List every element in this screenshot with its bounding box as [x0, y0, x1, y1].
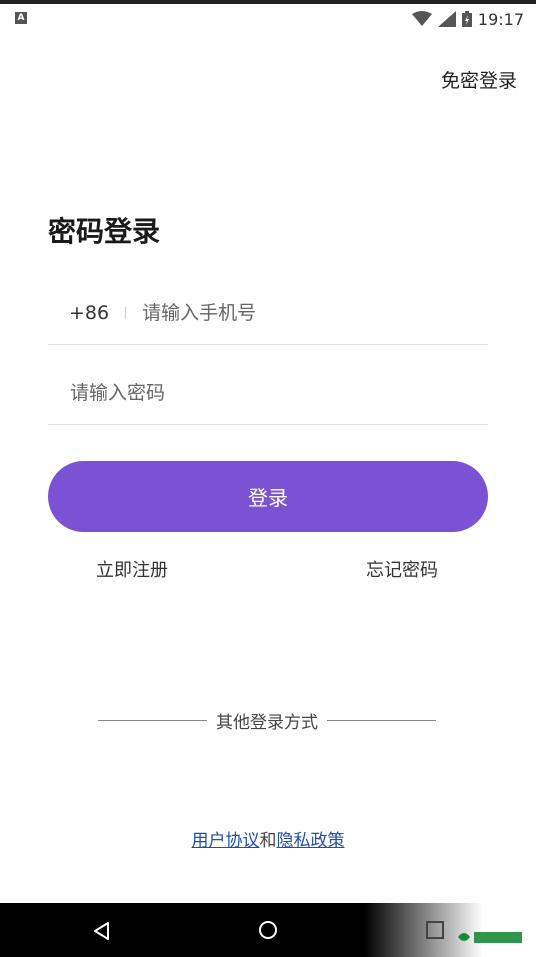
agreement-text: 用户协议和隐私政策: [0, 826, 536, 851]
notification-icon: A: [15, 12, 27, 24]
login-button[interactable]: 登录: [48, 461, 488, 532]
watermark-logo-icon: [458, 932, 522, 943]
page-title: 密码登录: [48, 215, 161, 248]
register-link[interactable]: 立即注册: [96, 556, 168, 582]
signal-icon: [437, 11, 456, 27]
phone-field-row: +86: [48, 282, 488, 345]
other-login-methods-label: 其他登录方式: [216, 712, 318, 733]
user-agreement-link[interactable]: 用户协议: [192, 831, 260, 851]
password-field-row: [48, 362, 488, 425]
battery-icon: [461, 11, 472, 27]
passwordless-login-link[interactable]: 免密登录: [441, 66, 517, 93]
field-divider: [125, 307, 127, 319]
country-code-selector[interactable]: +86: [69, 302, 109, 324]
wifi-icon: [411, 11, 432, 26]
home-circle-icon[interactable]: [258, 920, 278, 940]
password-input[interactable]: [70, 382, 488, 404]
divider-line-right: [327, 719, 436, 721]
recent-square-icon[interactable]: [426, 921, 444, 939]
status-bar-top-strip: [0, 0, 536, 4]
agreement-conjunction: 和: [259, 831, 277, 851]
divider-line-left: [98, 719, 207, 721]
status-right-group: 19:17: [411, 9, 524, 29]
privacy-policy-link[interactable]: 隐私政策: [277, 831, 345, 851]
forgot-password-link[interactable]: 忘记密码: [366, 556, 438, 582]
phone-input[interactable]: [142, 302, 488, 324]
other-login-methods: 其他登录方式: [98, 708, 436, 733]
status-time: 19:17: [477, 9, 524, 29]
back-triangle-icon[interactable]: [92, 921, 112, 941]
status-bar: A 19:17: [0, 0, 536, 38]
